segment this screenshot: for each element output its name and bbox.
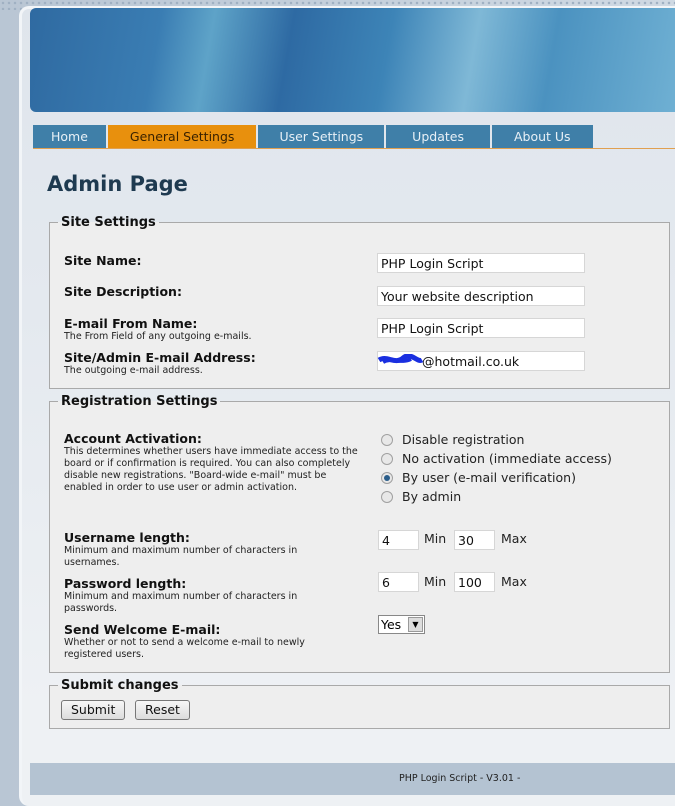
nav-tabs: Home General Settings User Settings Upda… (33, 125, 593, 148)
registration-settings-legend: Registration Settings (61, 394, 218, 409)
password-min-input[interactable] (378, 572, 419, 592)
email-from-name-input[interactable] (377, 318, 585, 338)
radio-label: No activation (immediate access) (402, 451, 612, 466)
email-from-name-desc: The From Field of any outgoing e-mails. (64, 331, 252, 342)
tab-underline (33, 148, 675, 149)
password-length-desc: Minimum and maximum number of characters… (64, 591, 298, 614)
radio-by-admin[interactable]: By admin (381, 489, 461, 504)
radio-label: By user (e-mail verification) (402, 470, 576, 485)
page-title: Admin Page (47, 172, 188, 196)
radio-no-activation[interactable]: No activation (immediate access) (381, 451, 612, 466)
site-description-label: Site Description: (64, 284, 182, 299)
min-label: Min (424, 574, 447, 589)
tab-general-settings[interactable]: General Settings (107, 125, 257, 148)
radio-icon[interactable] (381, 452, 393, 465)
min-label: Min (424, 531, 447, 546)
tab-updates[interactable]: Updates (386, 125, 490, 148)
label-text: Site Name: (64, 253, 142, 268)
footer-text: PHP Login Script - V3.01 - (399, 773, 521, 784)
radio-label: Disable registration (402, 432, 525, 447)
submit-button[interactable]: Submit (61, 700, 126, 720)
label-text: Password length: (64, 576, 187, 591)
password-length-label: Password length: Minimum and maximum numb… (64, 576, 324, 615)
admin-email-label: Site/Admin E-mail Address: The outgoing e… (64, 350, 364, 377)
account-activation-desc: This determines whether users have immed… (64, 446, 358, 493)
site-name-label: Site Name: (64, 253, 142, 268)
account-activation-label: Account Activation: This determines wheth… (64, 431, 362, 494)
label-text: Send Welcome E-mail: (64, 622, 221, 637)
tab-home[interactable]: Home (33, 125, 106, 148)
site-description-input[interactable] (377, 286, 585, 306)
label-text: Account Activation: (64, 431, 202, 446)
radio-disable-registration[interactable]: Disable registration (381, 432, 524, 447)
site-name-input[interactable] (377, 253, 585, 273)
label-text: E-mail From Name: (64, 316, 198, 331)
password-max-input[interactable] (454, 572, 495, 592)
username-max-input[interactable] (454, 530, 495, 550)
tab-user-settings[interactable]: User Settings (258, 125, 385, 148)
radio-icon[interactable] (381, 490, 393, 503)
email-from-name-label: E-mail From Name: The From Field of any o… (64, 316, 364, 343)
max-label: Max (501, 531, 527, 546)
select-value: Yes (381, 617, 402, 632)
chevron-down-icon[interactable]: ▼ (408, 617, 423, 632)
tab-about-us[interactable]: About Us (491, 125, 593, 148)
radio-label: By admin (402, 489, 462, 504)
site-settings-legend: Site Settings (61, 215, 156, 230)
username-length-desc: Minimum and maximum number of characters… (64, 545, 298, 568)
admin-email-desc: The outgoing e-mail address. (64, 365, 203, 376)
radio-icon[interactable] (381, 433, 393, 446)
max-label: Max (501, 574, 527, 589)
radio-selected-icon[interactable] (381, 471, 393, 484)
reset-button[interactable]: Reset (135, 700, 190, 720)
redaction-scribble (377, 354, 423, 364)
label-text: Site/Admin E-mail Address: (64, 350, 256, 365)
welcome-email-label: Send Welcome E-mail: Whether or not to se… (64, 622, 334, 661)
radio-by-user[interactable]: By user (e-mail verification) (381, 470, 576, 485)
submit-legend: Submit changes (61, 678, 179, 693)
footer: PHP Login Script - V3.01 - (30, 763, 675, 795)
username-length-label: Username length: Minimum and maximum numb… (64, 530, 324, 569)
welcome-email-desc: Whether or not to send a welcome e-mail … (64, 637, 305, 660)
welcome-email-select[interactable]: Yes ▼ (378, 615, 425, 634)
username-min-input[interactable] (378, 530, 419, 550)
label-text: Username length: (64, 530, 190, 545)
label-text: Site Description: (64, 284, 182, 299)
header-banner (30, 8, 675, 112)
